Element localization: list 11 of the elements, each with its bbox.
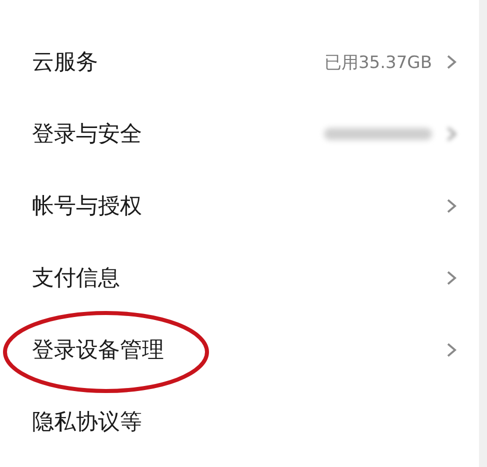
chevron-right-icon[interactable] <box>446 342 457 358</box>
chevron-right-icon[interactable] <box>446 54 457 70</box>
setting-label: 登录设备管理 <box>32 337 164 365</box>
setting-label: 帐号与授权 <box>32 193 142 221</box>
setting-value: 已用35.37GB <box>324 52 432 74</box>
chevron-right-icon[interactable] <box>446 270 457 286</box>
chevron-right-icon[interactable] <box>446 198 457 214</box>
setting-label: 云服务 <box>32 49 98 77</box>
setting-label: 隐私协议等 <box>32 409 142 437</box>
setting-label: 登录与安全 <box>32 121 142 149</box>
setting-label: 支付信息 <box>32 265 120 293</box>
